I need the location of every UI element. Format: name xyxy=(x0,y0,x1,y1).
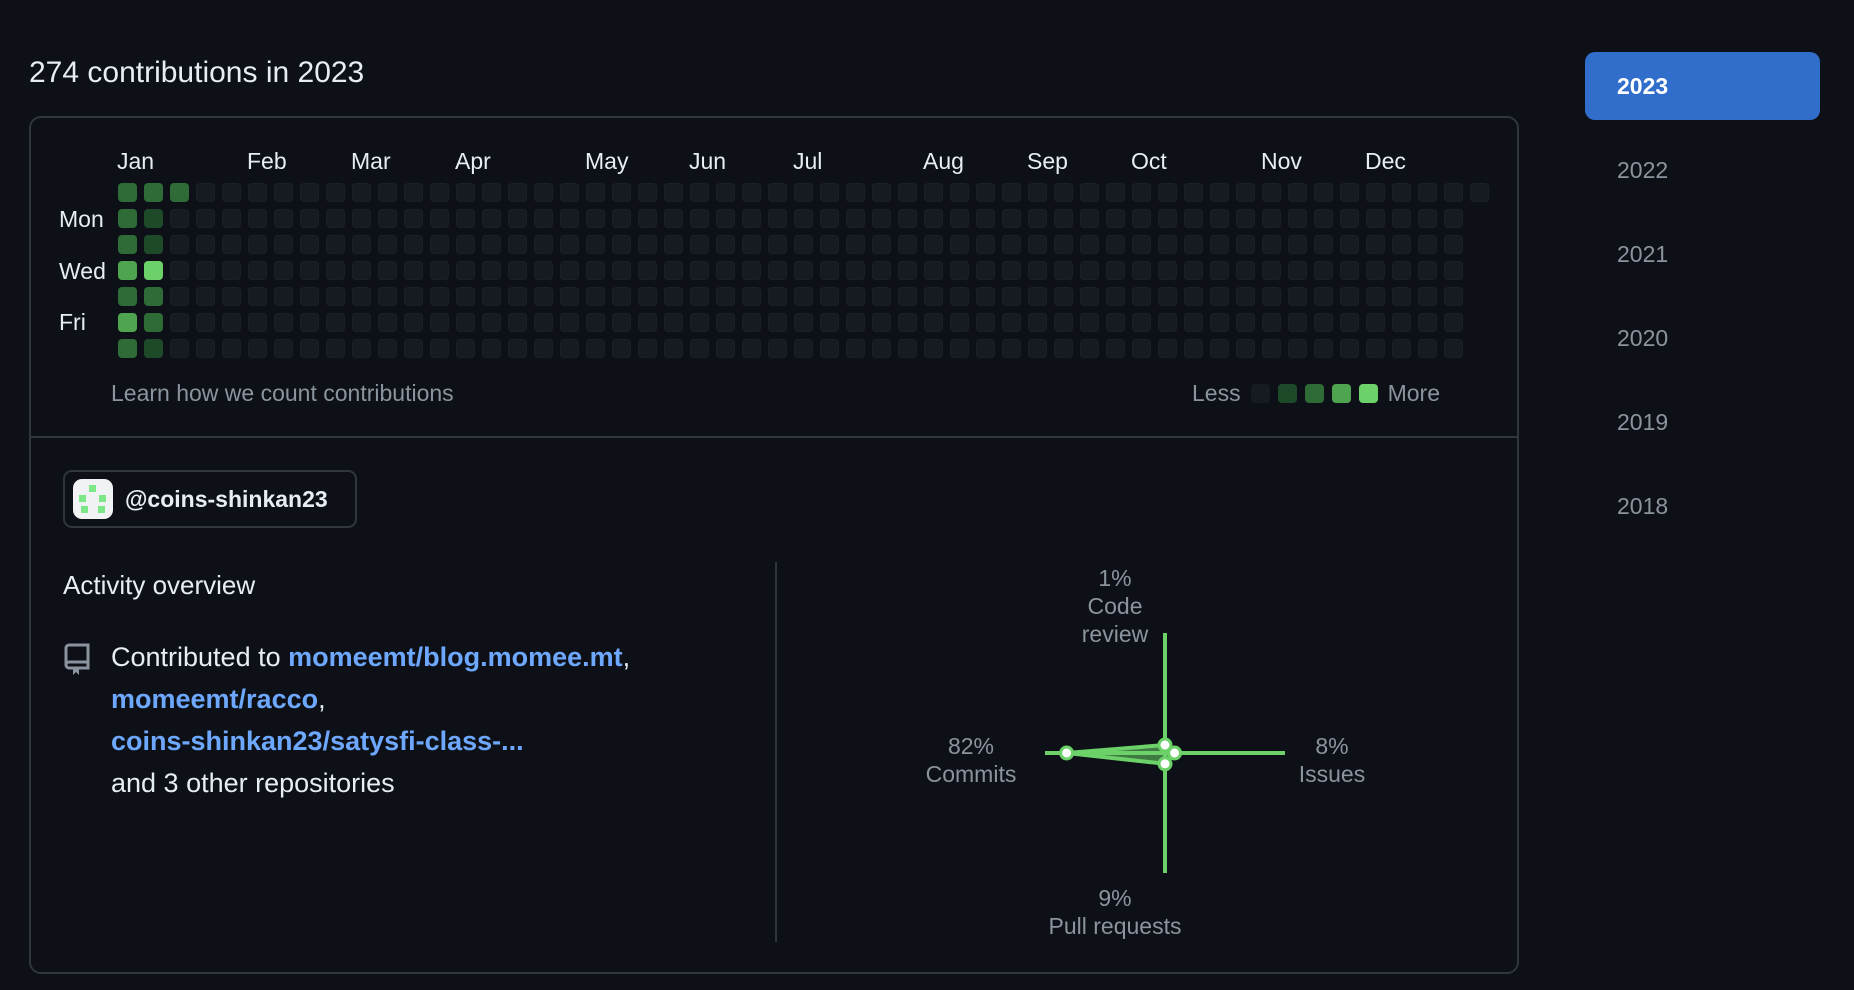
year-2022-button[interactable]: 2022 xyxy=(1585,136,1820,204)
pull-requests-label: Pull requests xyxy=(1048,913,1182,939)
contribution-card: Jan Feb Mar Apr May Jun Jul Aug Sep Oct … xyxy=(29,116,1519,974)
radar-label-pull-requests: 9% Pull requests xyxy=(1035,884,1195,940)
radar-label-issues: 8% Issues xyxy=(1267,732,1397,788)
year-2023-button[interactable]: 2023 xyxy=(1585,52,1820,120)
code-review-percent: 1% xyxy=(1098,565,1132,591)
activity-radar-chart xyxy=(1045,633,1285,873)
commits-percent: 82% xyxy=(947,733,995,759)
year-2018-button[interactable]: 2018 xyxy=(1585,472,1820,540)
radar-point-pull-requests xyxy=(1157,756,1173,772)
issues-percent: 8% xyxy=(1315,733,1349,759)
pull-requests-percent: 9% xyxy=(1098,885,1132,911)
headline: 274 contributions in 2023 xyxy=(29,56,365,89)
commits-label: Commits xyxy=(925,761,1017,787)
year-2021-button[interactable]: 2021 xyxy=(1585,220,1820,288)
year-2019-button[interactable]: 2019 xyxy=(1585,388,1820,456)
issues-label: Issues xyxy=(1298,761,1366,787)
year-2020-button[interactable]: 2020 xyxy=(1585,304,1820,372)
radar-label-code-review: 1% Code review xyxy=(1065,564,1165,648)
code-review-label: Code review xyxy=(1081,593,1149,647)
radar-point-commits xyxy=(1059,745,1075,761)
radar-label-commits: 82% Commits xyxy=(911,732,1031,788)
year-list: 2023 2022 2021 2020 2019 2018 xyxy=(1585,52,1820,556)
radar-point-issues xyxy=(1167,745,1183,761)
